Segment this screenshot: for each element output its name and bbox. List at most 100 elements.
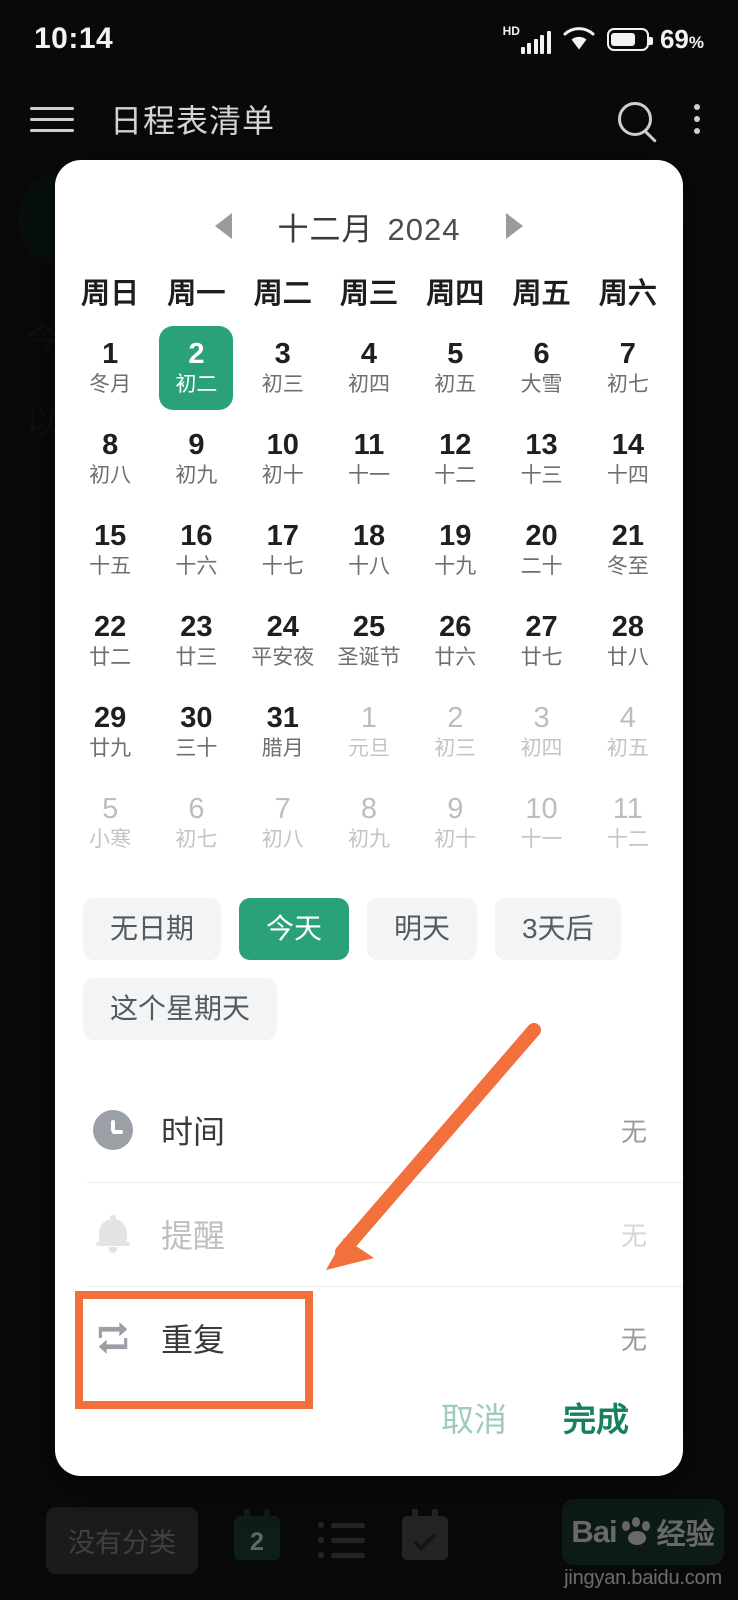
day-lunar-label: 初十 <box>434 828 477 851</box>
calendar-day-cell[interactable]: 18 十八 <box>326 504 412 595</box>
weekday-label-0: 周日 <box>81 278 140 310</box>
hamburger-menu-icon[interactable] <box>30 106 74 132</box>
calendar-day-cell[interactable]: 3 初三 <box>240 322 326 413</box>
chevron-left-icon[interactable] <box>214 213 232 239</box>
day-number: 3 <box>274 338 291 370</box>
calendar-day-cell[interactable]: 6 大雪 <box>498 322 584 413</box>
option-value: 无 <box>620 1220 647 1251</box>
day-lunar-label: 初三 <box>434 737 477 760</box>
day-number: 28 <box>611 611 644 643</box>
day-lunar-label: 小寒 <box>89 828 132 851</box>
calendar-day-cell[interactable]: 4 初四 <box>326 322 412 413</box>
calendar-day-grid[interactable]: 1 冬月 2 初二 3 初三 4 初四 5 初五 6 大雪 7 初七 8 初八 9 初九 10 初十 11 十一 12 十二 1… <box>55 312 683 868</box>
day-number: 7 <box>274 793 291 825</box>
calendar-day-cell[interactable]: 1 冬月 <box>67 322 153 413</box>
option-icon-wrap <box>87 1215 139 1253</box>
calendar-day-cell[interactable]: 25 圣诞节 <box>326 595 412 686</box>
weekday-label-5: 周五 <box>512 278 571 310</box>
day-number: 11 <box>353 429 385 461</box>
calendar-day-cell[interactable]: 8 初九 <box>326 777 412 868</box>
calendar-day-cell[interactable]: 11 十一 <box>326 413 412 504</box>
day-number: 3 <box>533 702 550 734</box>
calendar-day-cell[interactable]: 5 初五 <box>412 322 498 413</box>
calendar-day-cell[interactable]: 24 平安夜 <box>240 595 326 686</box>
calendar-day-cell[interactable]: 3 初四 <box>498 686 584 777</box>
calendar-day-cell[interactable]: 14 十四 <box>585 413 671 504</box>
calendar-day-cell[interactable]: 11 十二 <box>585 777 671 868</box>
quick-date-chip[interactable]: 这个星期天 <box>83 978 278 1040</box>
day-number: 4 <box>619 702 636 734</box>
calendar-day-cell[interactable]: 6 初七 <box>153 777 239 868</box>
calendar-day-cell[interactable]: 7 初八 <box>240 777 326 868</box>
day-lunar-label: 十三 <box>520 464 563 487</box>
quick-date-chip[interactable]: 3天后 <box>495 898 621 960</box>
day-lunar-label: 初四 <box>520 737 563 760</box>
calendar-day-inner: 18 十八 <box>332 508 406 592</box>
weekday-label-4: 周四 <box>426 278 485 310</box>
option-row-bell[interactable]: 提醒 无 <box>55 1182 683 1286</box>
done-button[interactable]: 完成 <box>563 1393 629 1441</box>
option-row-clock[interactable]: 时间 无 <box>55 1078 683 1182</box>
day-lunar-label: 二十 <box>520 555 563 578</box>
calendar-day-cell[interactable]: 21 冬至 <box>585 504 671 595</box>
day-number: 1 <box>360 702 378 734</box>
day-lunar-label: 廿九 <box>89 737 132 760</box>
calendar-day-cell[interactable]: 13 十三 <box>498 413 584 504</box>
status-bar: 10:14 HD 69% <box>0 0 738 78</box>
calendar-day-cell[interactable]: 2 初二 <box>153 322 239 413</box>
calendar-day-inner: 23 廿三 <box>159 599 233 683</box>
day-number: 2 <box>188 338 205 370</box>
quick-date-chip[interactable]: 今天 <box>239 898 350 960</box>
calendar-day-cell[interactable]: 10 十一 <box>498 777 584 868</box>
calendar-day-cell[interactable]: 27 廿七 <box>498 595 584 686</box>
calendar-day-cell[interactable]: 29 廿九 <box>67 686 153 777</box>
calendar-day-cell[interactable]: 19 十九 <box>412 504 498 595</box>
option-value: 无 <box>620 1116 647 1147</box>
calendar-day-cell[interactable]: 9 初九 <box>153 413 239 504</box>
day-lunar-label: 初三 <box>261 373 304 396</box>
kebab-menu-icon[interactable] <box>686 104 708 134</box>
calendar-day-inner: 6 初七 <box>159 781 233 865</box>
calendar-day-inner: 2 初二 <box>159 325 234 410</box>
calendar-day-cell[interactable]: 10 初十 <box>240 413 326 504</box>
calendar-day-cell[interactable]: 15 十五 <box>67 504 153 595</box>
day-lunar-label: 十二 <box>434 464 477 487</box>
day-lunar-label: 平安夜 <box>251 646 315 669</box>
quick-date-chips[interactable]: 无日期 今天 明天 3天后这个星期天 <box>55 868 683 1040</box>
calendar-day-cell[interactable]: 2 初三 <box>412 686 498 777</box>
quick-date-chip[interactable]: 无日期 <box>83 898 222 960</box>
month-header: 十二月 2024 <box>55 160 683 256</box>
calendar-day-cell[interactable]: 4 初五 <box>585 686 671 777</box>
day-number: 10 <box>525 793 558 825</box>
calendar-day-cell[interactable]: 22 廿二 <box>67 595 153 686</box>
calendar-day-cell[interactable]: 31 腊月 <box>240 686 326 777</box>
calendar-day-cell[interactable]: 16 十六 <box>153 504 239 595</box>
calendar-day-cell[interactable]: 7 初七 <box>585 322 671 413</box>
dialog-footer: 取消 完成 <box>55 1358 683 1476</box>
calendar-day-cell[interactable]: 28 廿八 <box>585 595 671 686</box>
chevron-right-icon[interactable] <box>506 213 524 239</box>
calendar-day-cell[interactable]: 1 元旦 <box>326 686 412 777</box>
calendar-day-cell[interactable]: 17 十七 <box>240 504 326 595</box>
calendar-day-inner: 8 初八 <box>73 417 147 501</box>
calendar-day-inner: 26 廿六 <box>418 599 492 683</box>
cancel-button[interactable]: 取消 <box>441 1393 507 1441</box>
calendar-day-cell[interactable]: 5 小寒 <box>67 777 153 868</box>
day-number: 31 <box>266 702 299 734</box>
day-lunar-label: 初八 <box>261 828 304 851</box>
search-icon[interactable] <box>618 102 652 136</box>
day-lunar-label: 十一 <box>347 464 390 487</box>
calendar-day-inner: 14 十四 <box>591 417 665 501</box>
signal-bars-icon: HD <box>503 24 551 54</box>
calendar-day-cell[interactable]: 23 廿三 <box>153 595 239 686</box>
calendar-day-cell[interactable]: 20 二十 <box>498 504 584 595</box>
calendar-day-cell[interactable]: 26 廿六 <box>412 595 498 686</box>
day-number: 17 <box>266 520 299 552</box>
calendar-day-cell[interactable]: 8 初八 <box>67 413 153 504</box>
quick-date-chip[interactable]: 明天 <box>367 898 478 960</box>
calendar-day-cell[interactable]: 30 三十 <box>153 686 239 777</box>
day-number: 9 <box>188 429 205 461</box>
calendar-day-cell[interactable]: 12 十二 <box>412 413 498 504</box>
app-bar-actions <box>618 102 708 136</box>
calendar-day-cell[interactable]: 9 初十 <box>412 777 498 868</box>
